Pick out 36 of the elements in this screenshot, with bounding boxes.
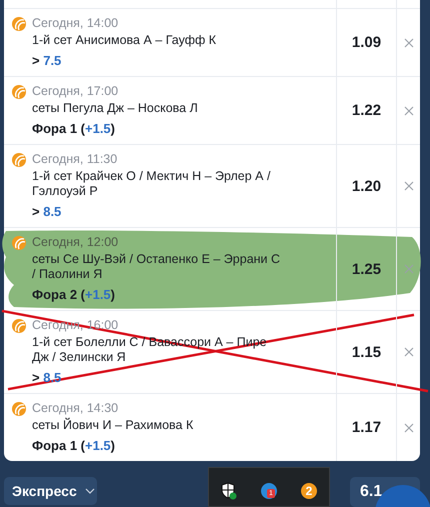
tennis-ball-icon — [12, 402, 26, 416]
bet-pick: > 7.5 — [32, 52, 62, 70]
bet-pick: Фора 2 (+1.5) — [32, 286, 116, 304]
bet-pick: > 8.5 — [32, 203, 62, 221]
bet-pick: Фора 1 (+1.5) — [32, 120, 116, 138]
match-name: сеты Йович И – Рахимова К — [32, 418, 194, 433]
match-name: сеты Пегула Дж – Носкова Л — [32, 101, 198, 116]
match-name: 1-й сет Крайчек О / Мектич Н – Эрлер А / Гэллоуэй Р — [32, 169, 272, 199]
close-icon[interactable] — [404, 181, 414, 191]
odds-value: 1.09 — [352, 34, 382, 51]
close-icon[interactable] — [404, 38, 414, 48]
chevron-down-icon — [84, 488, 95, 494]
bet-type-dropdown[interactable]: Экспресс — [4, 477, 97, 505]
match-name: сеты Се Шу-Вэй / Остапенко Е – Эррани С / Паолини Я — [32, 252, 282, 282]
match-time: Сегодня, 14:00 — [32, 16, 120, 31]
odds-value: 1.15 — [352, 344, 382, 360]
tennis-ball-icon — [12, 153, 26, 167]
tennis-ball-icon — [12, 85, 26, 99]
match-time: Сегодня, 12:00 — [32, 235, 120, 250]
close-icon[interactable] — [404, 347, 414, 357]
tennis-ball-icon — [12, 319, 26, 333]
match-name: 1-й сет Анисимова А – Гауфф К — [32, 33, 216, 48]
bet-pick: Фора 1 (+1.5) — [32, 437, 116, 455]
match-time: Сегодня, 17:00 — [32, 84, 120, 99]
tennis-ball-icon — [12, 17, 26, 31]
shield-icon[interactable] — [221, 482, 237, 500]
tray-count-icon[interactable]: 2 — [301, 483, 317, 499]
match-time: Сегодня, 14:30 — [32, 401, 120, 416]
odds-value: 1.25 — [352, 260, 382, 278]
match-time: Сегодня, 16:00 — [32, 318, 120, 333]
close-icon[interactable] — [404, 106, 414, 116]
close-icon[interactable] — [404, 422, 414, 432]
odds-value: 1.17 — [352, 419, 382, 436]
odds-value: 1.22 — [352, 102, 382, 119]
odds-value: 1.20 — [352, 178, 382, 194]
match-time: Сегодня, 11:30 — [32, 152, 118, 167]
